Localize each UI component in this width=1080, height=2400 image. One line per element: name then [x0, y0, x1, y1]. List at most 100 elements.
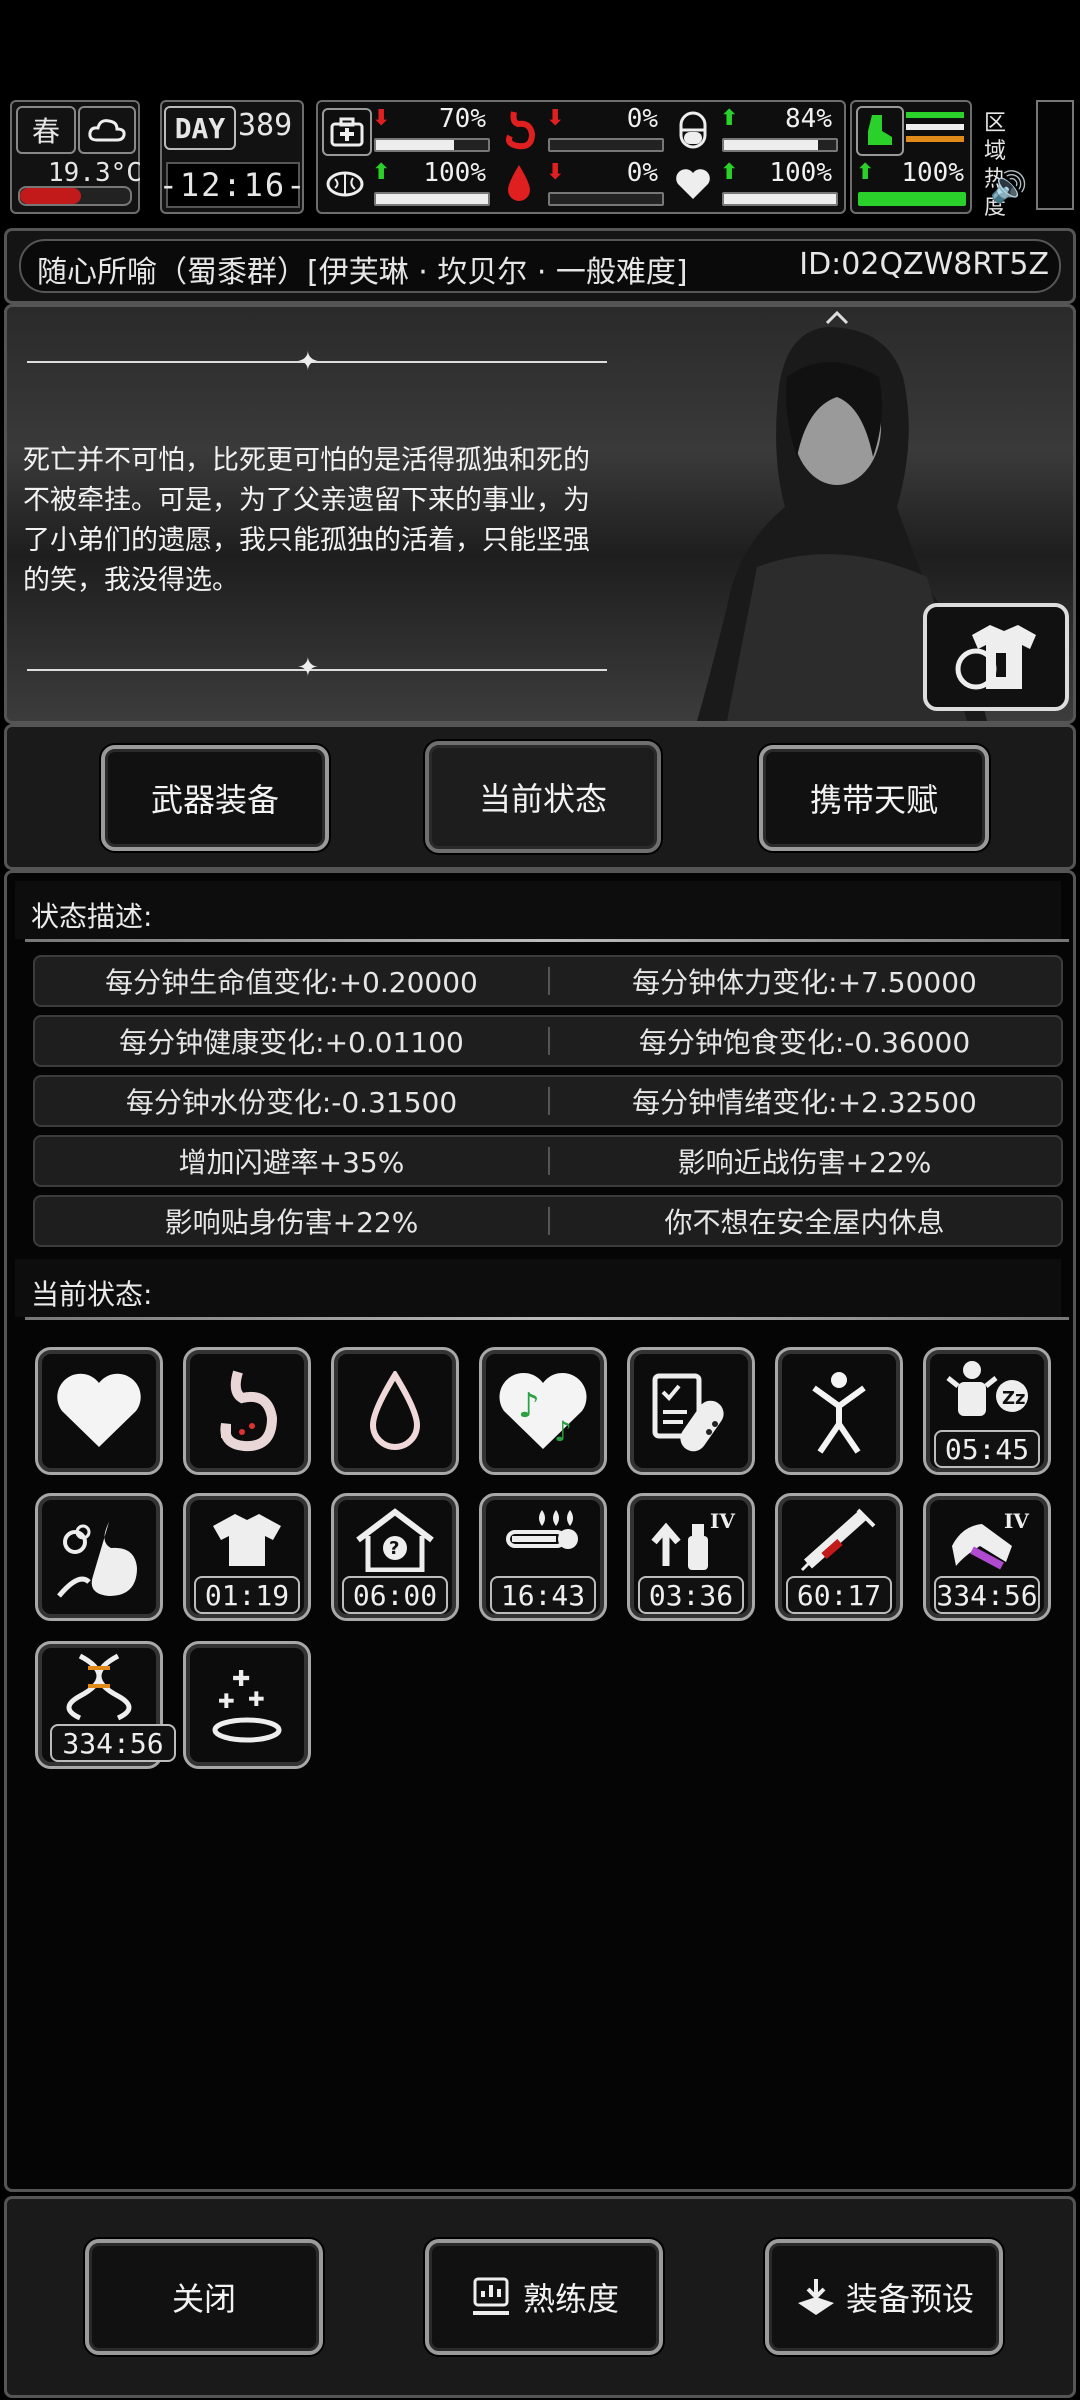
thirst-bar [548, 192, 664, 206]
svg-text:?: ? [389, 1538, 399, 1559]
save-id: ID:02QZW8RT5Z [799, 247, 1049, 282]
preset-label: 装备预设 [845, 2280, 974, 2318]
status-effect: 每分钟情绪变化:+2.32500 [632, 1086, 977, 1119]
status-sparkle-ring-icon[interactable]: ✚ ✚ ✚ [183, 1641, 311, 1769]
status-effect: 每分钟健康变化:+0.01100 [119, 1026, 464, 1059]
status-hud: 春 19.3°C DAY 389 -12:16- ⬇ 70% ⬇ 0% ⬆ 84… [0, 98, 1080, 220]
iv-boost-timer: 03:36 [638, 1576, 744, 1614]
status-medicine-icon[interactable] [627, 1347, 755, 1475]
header-bar: 随心所喻（蜀黍群）[伊芙琳 · 坎贝尔 · 一般难度] ID:02QZW8RT5… [4, 228, 1076, 304]
sanity-value: 84% [785, 104, 832, 134]
svg-text:IV: IV [1004, 1509, 1029, 1533]
proficiency-label: 熟练度 [522, 2280, 619, 2318]
blood-drop-icon [496, 160, 542, 206]
svg-text:✚: ✚ [248, 1687, 265, 1711]
save-title: 随心所喻（蜀黍群）[伊芙琳 · 坎贝尔 · 一般难度] [37, 255, 688, 290]
status-dna-icon[interactable]: 334:56 [35, 1641, 176, 1769]
heart-mood-icon [670, 162, 716, 206]
svg-text:♪: ♪ [518, 1386, 540, 1426]
zone-heat-meter [1036, 100, 1074, 210]
day-counter: 389 [238, 108, 293, 143]
mood-bar [722, 192, 838, 206]
stomach-hunger-icon [496, 108, 542, 152]
svg-text:♪: ♪ [554, 1415, 572, 1448]
temperature-readout: 19.3°C [48, 158, 142, 188]
current-status-title: 当前状态: [31, 1278, 153, 1311]
outfit-swap-icon [955, 625, 1036, 690]
svg-text:✚: ✚ [218, 1689, 235, 1713]
running-boot-icon [856, 106, 904, 156]
iv-arm-timer: 334:56 [934, 1576, 1040, 1614]
stamina-panel: ⬆ 100% [850, 100, 972, 214]
status-effect: 每分钟饱食变化:-0.36000 [638, 1026, 971, 1059]
vitals-panel: ⬇ 70% ⬇ 0% ⬆ 84% ⬆ 100% ⬇ 0% ⬆ 100% [316, 100, 846, 214]
tab-weapons[interactable]: 武器装备 [101, 745, 329, 851]
status-panel: 状态描述: 每分钟生命值变化:+0.20000 每分钟体力变化:+7.50000… [4, 870, 1076, 2192]
status-shelter-icon[interactable]: ? 06:00 [331, 1493, 459, 1621]
equipment-preset-button[interactable]: 装备预设 [765, 2239, 1003, 2355]
status-stomach-icon[interactable] [183, 1347, 311, 1475]
syringe-timer: 60:17 [786, 1576, 892, 1614]
tab-bar: 武器装备 当前状态 携带天赋 [4, 724, 1076, 870]
capsule-icon [670, 108, 716, 152]
weather-panel[interactable]: 春 19.3°C [10, 100, 142, 214]
close-button[interactable]: 关闭 [85, 2239, 323, 2355]
proficiency-button[interactable]: 熟练度 [425, 2239, 663, 2355]
character-quote: 死亡并不可怕，比死更可怕的是活得孤独和死的不被牵挂。可是，为了父亲遗留下来的事业… [23, 445, 590, 596]
health-value: 70% [439, 104, 486, 134]
close-label: 关闭 [171, 2280, 236, 2318]
status-hot-thermometer-icon[interactable]: 16:43 [479, 1493, 607, 1621]
stamina-bar [858, 192, 966, 206]
status-effect: 增加闪避率+35% [178, 1146, 405, 1179]
footer-bar: 关闭 熟练度 装备预设 [4, 2196, 1076, 2398]
hunger-bar [548, 138, 664, 152]
svg-text:Zz: Zz [1002, 1388, 1026, 1409]
shelter-timer: 06:00 [342, 1576, 448, 1614]
sanity-bar [722, 138, 838, 152]
status-effect: 每分钟生命值变化:+0.20000 [105, 966, 478, 999]
status-music-heart-icon[interactable]: ♪ ♪ [479, 1347, 607, 1475]
brain-icon [322, 162, 368, 206]
clothes-timer: 01:19 [194, 1576, 300, 1614]
thirst-value: 0% [626, 158, 658, 188]
status-effect: 你不想在安全屋内休息 [664, 1206, 945, 1239]
stamina-value: 100% [901, 158, 964, 188]
dna-timer: 334:56 [50, 1724, 176, 1762]
tab-current-status[interactable]: 当前状态 [425, 741, 661, 853]
status-effect: 影响贴身伤害+22% [164, 1206, 419, 1239]
health-bar [374, 138, 490, 152]
day-label: DAY [164, 106, 236, 150]
status-iv-arm-icon[interactable]: IV 334:56 [923, 1493, 1051, 1621]
preset-icon [797, 2279, 834, 2315]
heat-timer: 16:43 [490, 1576, 596, 1614]
status-stretch-person-icon[interactable] [775, 1347, 903, 1475]
speaker-icon[interactable]: 🔊 [990, 170, 1027, 205]
season-label: 春 [16, 106, 76, 154]
mood-value: 100% [769, 158, 832, 188]
status-row: 每分钟健康变化:+0.01100 每分钟饱食变化:-0.36000 [33, 1015, 1063, 1067]
status-effect: 影响近战伤害+22% [677, 1146, 932, 1179]
cloud-icon [78, 106, 136, 154]
status-clothes-icon[interactable]: 01:19 [183, 1493, 311, 1621]
brain-bar [374, 192, 490, 206]
status-sick-stomach-icon[interactable] [35, 1493, 163, 1621]
sleep-timer: 05:45 [934, 1430, 1040, 1468]
status-row: 影响贴身伤害+22% 你不想在安全屋内休息 [33, 1195, 1063, 1247]
status-effect: 每分钟体力变化:+7.50000 [632, 966, 977, 999]
status-effect: 每分钟水份变化:-0.31500 [125, 1086, 458, 1119]
temperature-bar [18, 186, 132, 206]
status-row: 每分钟水份变化:-0.31500 每分钟情绪变化:+2.32500 [33, 1075, 1063, 1127]
svg-text:IV: IV [710, 1509, 735, 1533]
change-outfit-button[interactable] [923, 603, 1069, 711]
hunger-value: 0% [626, 104, 658, 134]
status-water-drop-icon[interactable] [331, 1347, 459, 1475]
status-iv-boost-icon[interactable]: IV 03:36 [627, 1493, 755, 1621]
status-row: 增加闪避率+35% 影响近战伤害+22% [33, 1135, 1063, 1187]
tab-talents[interactable]: 携带天赋 [759, 745, 989, 851]
proficiency-icon [472, 2277, 509, 2315]
status-heart-icon[interactable] [35, 1347, 163, 1475]
brain-value: 100% [423, 158, 486, 188]
status-syringe-icon[interactable]: 60:17 [775, 1493, 903, 1621]
status-sleep-icon[interactable]: Zz 05:45 [923, 1347, 1051, 1475]
status-desc-title: 状态描述: [31, 900, 153, 933]
